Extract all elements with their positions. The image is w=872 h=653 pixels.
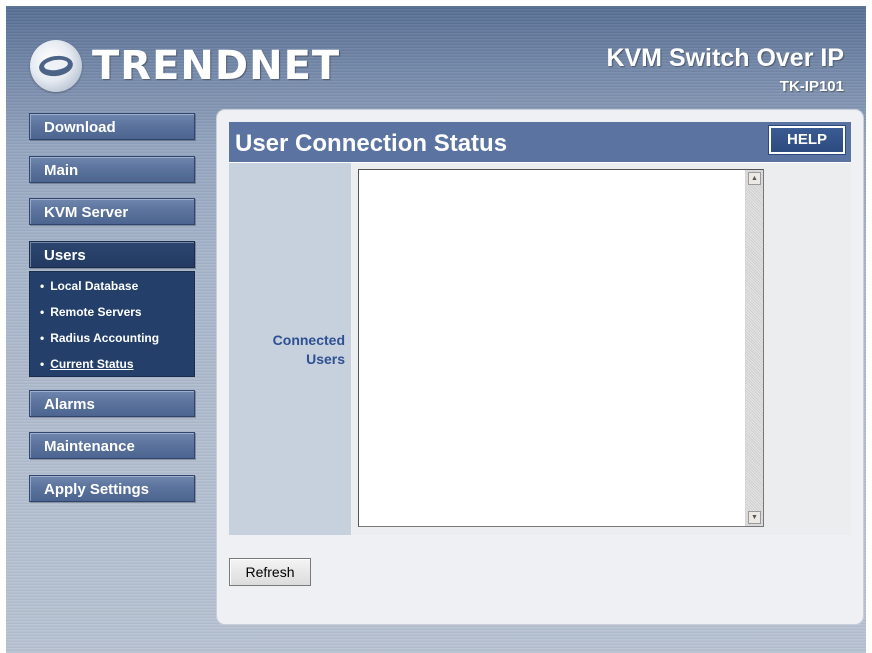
submenu-item-label: Current Status xyxy=(50,357,134,371)
submenu-item-remote-servers[interactable]: • Remote Servers xyxy=(30,304,194,330)
nav-kvm-server-button[interactable]: KVM Server xyxy=(29,198,195,225)
nav-maintenance-button[interactable]: Maintenance xyxy=(29,432,195,459)
users-submenu: • Local Database • Remote Servers • Radius … xyxy=(29,271,195,377)
submenu-item-radius-accounting[interactable]: • Radius Accounting xyxy=(30,330,194,356)
brand-name: TRENDNET xyxy=(92,43,341,89)
scroll-down-arrow-icon[interactable]: ▼ xyxy=(748,511,761,524)
label-column: Connected Users xyxy=(229,163,351,535)
product-title: KVM Switch Over IP xyxy=(606,44,844,72)
connected-users-label-line1: Connected xyxy=(272,332,345,348)
bullet-icon: • xyxy=(40,357,45,371)
nav-alarms-button[interactable]: Alarms xyxy=(29,390,195,417)
connected-users-label-line2: Users xyxy=(306,351,345,367)
panel-header: User Connection Status HELP xyxy=(229,122,851,163)
submenu-item-current-status[interactable]: • Current Status xyxy=(30,356,194,382)
connected-users-label: Connected Users xyxy=(235,331,345,369)
trendnet-logo-icon xyxy=(30,40,82,92)
value-column: ▲ ▼ xyxy=(352,163,851,535)
page-title: User Connection Status xyxy=(235,130,508,157)
trendnet-logo: TRENDNET xyxy=(30,40,340,92)
submenu-item-label: Local Database xyxy=(50,279,139,293)
submenu-item-label: Remote Servers xyxy=(50,305,142,319)
page-frame: TRENDNET KVM Switch Over IP TK-IP101 Dow… xyxy=(6,6,866,653)
nav-users-button[interactable]: Users xyxy=(29,241,195,268)
bullet-icon: • xyxy=(40,305,45,319)
nav-main-button[interactable]: Main xyxy=(29,156,195,183)
bullet-icon: • xyxy=(40,279,45,293)
content-panel: User Connection Status HELP Connected Us… xyxy=(217,110,863,624)
nav-apply-settings-button[interactable]: Apply Settings xyxy=(29,475,195,502)
model-number: TK-IP101 xyxy=(779,78,844,95)
connected-users-textarea[interactable]: ▲ ▼ xyxy=(358,169,764,527)
submenu-item-label: Radius Accounting xyxy=(50,331,160,345)
help-button[interactable]: HELP xyxy=(769,126,845,154)
bullet-icon: • xyxy=(40,331,45,345)
refresh-button[interactable]: Refresh xyxy=(229,558,311,586)
textarea-scrollbar[interactable]: ▲ ▼ xyxy=(745,170,763,526)
scroll-up-arrow-icon[interactable]: ▲ xyxy=(748,172,761,185)
nav-download-button[interactable]: Download xyxy=(29,113,195,140)
submenu-item-local-database[interactable]: • Local Database xyxy=(30,278,194,304)
